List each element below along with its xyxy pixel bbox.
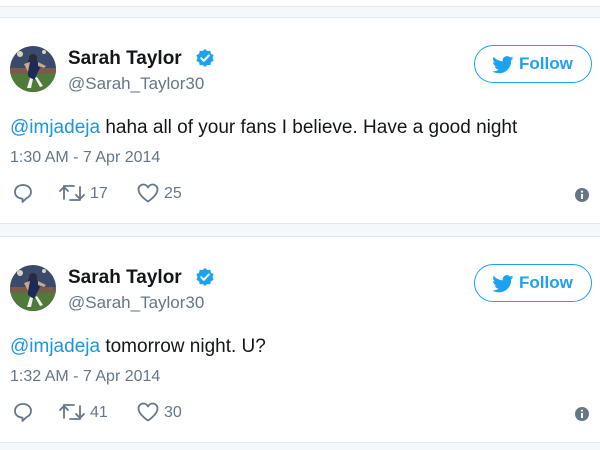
previous-tweet-edge bbox=[0, 0, 600, 7]
avatar[interactable] bbox=[10, 46, 56, 92]
heart-icon bbox=[137, 183, 159, 203]
user-name[interactable]: Sarah Taylor bbox=[68, 48, 182, 70]
twitter-bird-icon bbox=[492, 275, 514, 293]
follow-label: Follow bbox=[519, 54, 573, 73]
verified-badge-icon bbox=[195, 267, 215, 287]
retweet-button[interactable]: 17 bbox=[58, 182, 118, 206]
reply-button[interactable] bbox=[12, 401, 36, 425]
tweet-body: tomorrow night. U? bbox=[100, 336, 266, 357]
tweet-text: @imjadeja tomorrow night. U? bbox=[10, 336, 266, 358]
mention-link[interactable]: @imjadeja bbox=[10, 117, 100, 138]
tweet-timestamp[interactable]: 1:30 AM - 7 Apr 2014 bbox=[10, 149, 160, 167]
like-count: 25 bbox=[164, 185, 182, 202]
retweet-icon bbox=[59, 185, 85, 201]
tweet-card[interactable]: Sarah Taylor @Sarah_Taylor30 Follow @imj… bbox=[0, 17, 600, 224]
follow-button[interactable]: Follow bbox=[474, 264, 592, 302]
avatar[interactable] bbox=[10, 265, 56, 311]
user-name[interactable]: Sarah Taylor bbox=[68, 267, 182, 289]
tweet-text: @imjadeja haha all of your fans I believ… bbox=[10, 117, 517, 139]
reply-icon bbox=[14, 184, 32, 203]
like-button[interactable]: 30 bbox=[136, 401, 196, 425]
tweet-card[interactable]: Sarah Taylor @Sarah_Taylor30 Follow @imj… bbox=[0, 236, 600, 443]
like-button[interactable]: 25 bbox=[136, 182, 196, 206]
twitter-bird-icon bbox=[492, 56, 514, 74]
like-count: 30 bbox=[164, 404, 182, 421]
retweet-icon bbox=[59, 404, 85, 420]
info-icon[interactable] bbox=[574, 187, 590, 203]
mention-link[interactable]: @imjadeja bbox=[10, 336, 100, 357]
info-icon[interactable] bbox=[574, 406, 590, 422]
retweet-button[interactable]: 41 bbox=[58, 401, 118, 425]
reply-icon bbox=[14, 403, 32, 422]
follow-label: Follow bbox=[519, 273, 573, 292]
heart-icon bbox=[137, 402, 159, 422]
tweet-body: haha all of your fans I believe. Have a … bbox=[100, 117, 518, 138]
verified-badge-icon bbox=[195, 48, 215, 68]
reply-button[interactable] bbox=[12, 182, 36, 206]
tweet-feed: Sarah Taylor @Sarah_Taylor30 Follow @imj… bbox=[0, 0, 600, 450]
retweet-count: 17 bbox=[90, 185, 108, 202]
follow-button[interactable]: Follow bbox=[474, 45, 592, 83]
retweet-count: 41 bbox=[90, 404, 108, 421]
tweet-timestamp[interactable]: 1:32 AM - 7 Apr 2014 bbox=[10, 368, 160, 386]
user-handle[interactable]: @Sarah_Taylor30 bbox=[68, 293, 204, 313]
user-handle[interactable]: @Sarah_Taylor30 bbox=[68, 74, 204, 94]
